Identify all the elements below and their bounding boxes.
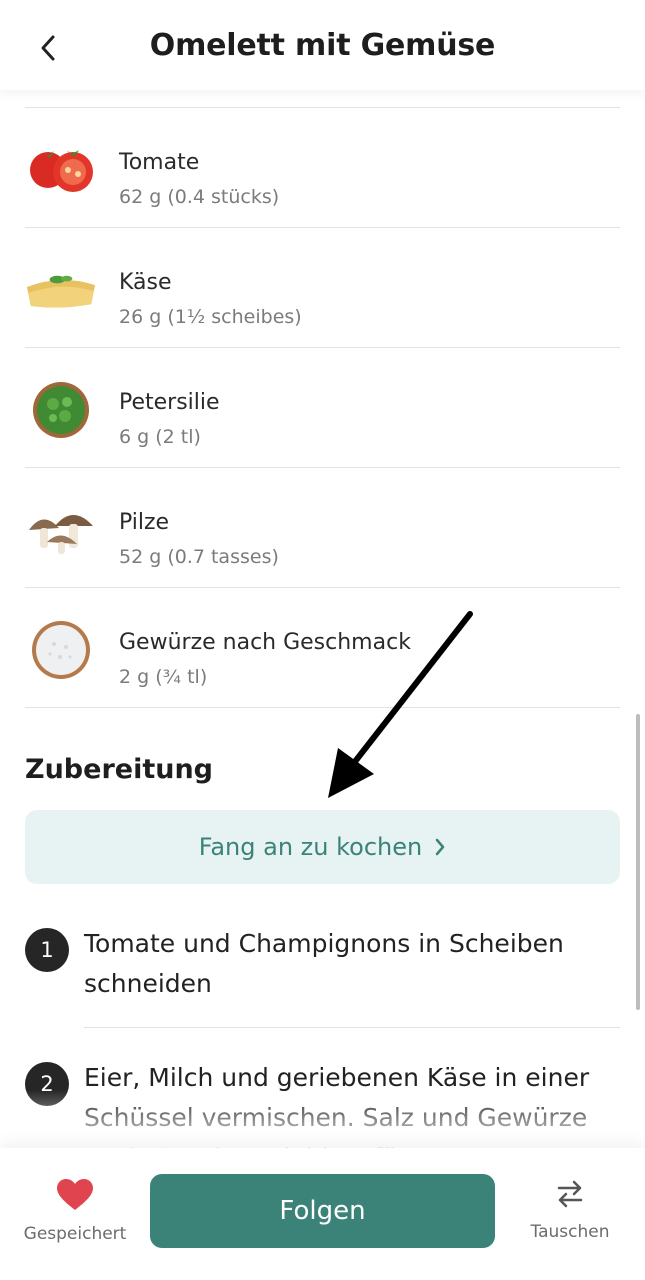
ingredient-name: Pilze xyxy=(119,510,170,535)
ingredient-amount: 52 g (0.7 tasses) xyxy=(119,546,279,568)
cheese-icon xyxy=(25,258,97,322)
divider xyxy=(84,1027,620,1028)
saved-button[interactable]: Gespeichert xyxy=(20,1178,130,1244)
ingredient-name: Tomate xyxy=(119,150,200,175)
step-number: 1 xyxy=(25,928,69,972)
chevron-right-icon xyxy=(435,838,445,856)
ingredient-row-pilze[interactable]: Pilze 52 g (0.7 tasses) xyxy=(25,468,620,588)
swap-arrows-icon xyxy=(557,1180,583,1208)
ingredient-row-tomate[interactable]: Tomate 62 g (0.4 stücks) xyxy=(25,108,620,228)
ingredient-amount: 2 g (¾ tl) xyxy=(119,666,208,688)
saved-label: Gespeichert xyxy=(23,1224,127,1244)
bottom-bar: Gespeichert Folgen Tauschen xyxy=(0,1148,645,1280)
follow-label: Folgen xyxy=(279,1196,366,1226)
start-cooking-label: Fang an zu kochen xyxy=(198,833,423,861)
swap-label: Tauschen xyxy=(530,1222,610,1242)
parsley-icon xyxy=(25,378,97,442)
annotation-arrow xyxy=(328,611,473,798)
content-fade xyxy=(0,1090,645,1150)
ingredient-amount: 6 g (2 tl) xyxy=(119,426,201,448)
ingredient-row-petersilie[interactable]: Petersilie 6 g (2 tl) xyxy=(25,348,620,468)
salt-icon xyxy=(25,618,97,682)
heart-icon xyxy=(57,1179,93,1210)
ingredient-amount: 62 g (0.4 stücks) xyxy=(119,186,280,208)
header: Omelett mit Gemüse xyxy=(0,0,645,90)
step-text: Tomate und Champignons in Scheiben schne… xyxy=(84,929,564,998)
follow-button[interactable]: Folgen xyxy=(150,1174,495,1248)
ingredient-amount: 26 g (1½ scheibes) xyxy=(119,306,302,328)
ingredient-name: Käse xyxy=(119,270,172,295)
swap-button[interactable]: Tauschen xyxy=(520,1178,620,1242)
step-item: 1 Tomate und Champignons in Scheiben sch… xyxy=(25,922,620,1032)
ingredient-name: Petersilie xyxy=(119,390,220,415)
scrollbar[interactable] xyxy=(636,714,640,1010)
section-title-zubereitung: Zubereitung xyxy=(25,754,213,785)
page-title: Omelett mit Gemüse xyxy=(149,28,496,63)
ingredient-row-kaese[interactable]: Käse 26 g (1½ scheibes) xyxy=(25,228,620,348)
start-cooking-button[interactable]: Fang an zu kochen xyxy=(25,810,620,884)
mushroom-icon xyxy=(25,498,97,562)
tomato-icon xyxy=(25,136,97,200)
